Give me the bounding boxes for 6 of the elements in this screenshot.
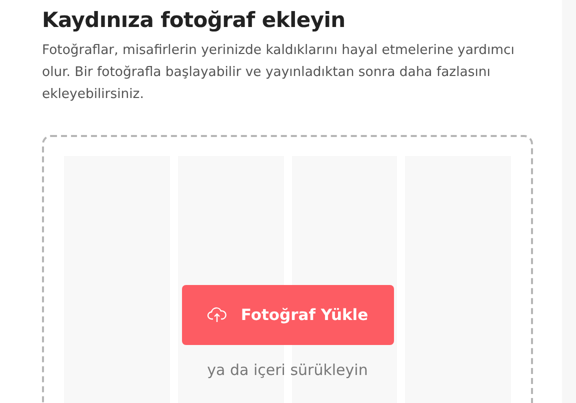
page-heading: Kaydınıza fotoğraf ekleyin <box>42 8 346 34</box>
drag-hint-text: ya da içeri sürükleyin <box>207 360 368 382</box>
cloud-upload-icon <box>206 307 227 324</box>
photo-dropzone[interactable]: Fotoğraf Yükle ya da içeri sürükleyin <box>42 135 533 403</box>
upload-photo-button[interactable]: Fotoğraf Yükle <box>182 285 394 346</box>
description-text: Fotoğraflar, misafirlerin yerinizde kaldıklarını hayal etmelerine yardımcı olur. Bir fotoğrafla başlayabilir ve yayınladıktan sonra daha fazlasını ekleyebilirsiniz. <box>42 42 516 104</box>
